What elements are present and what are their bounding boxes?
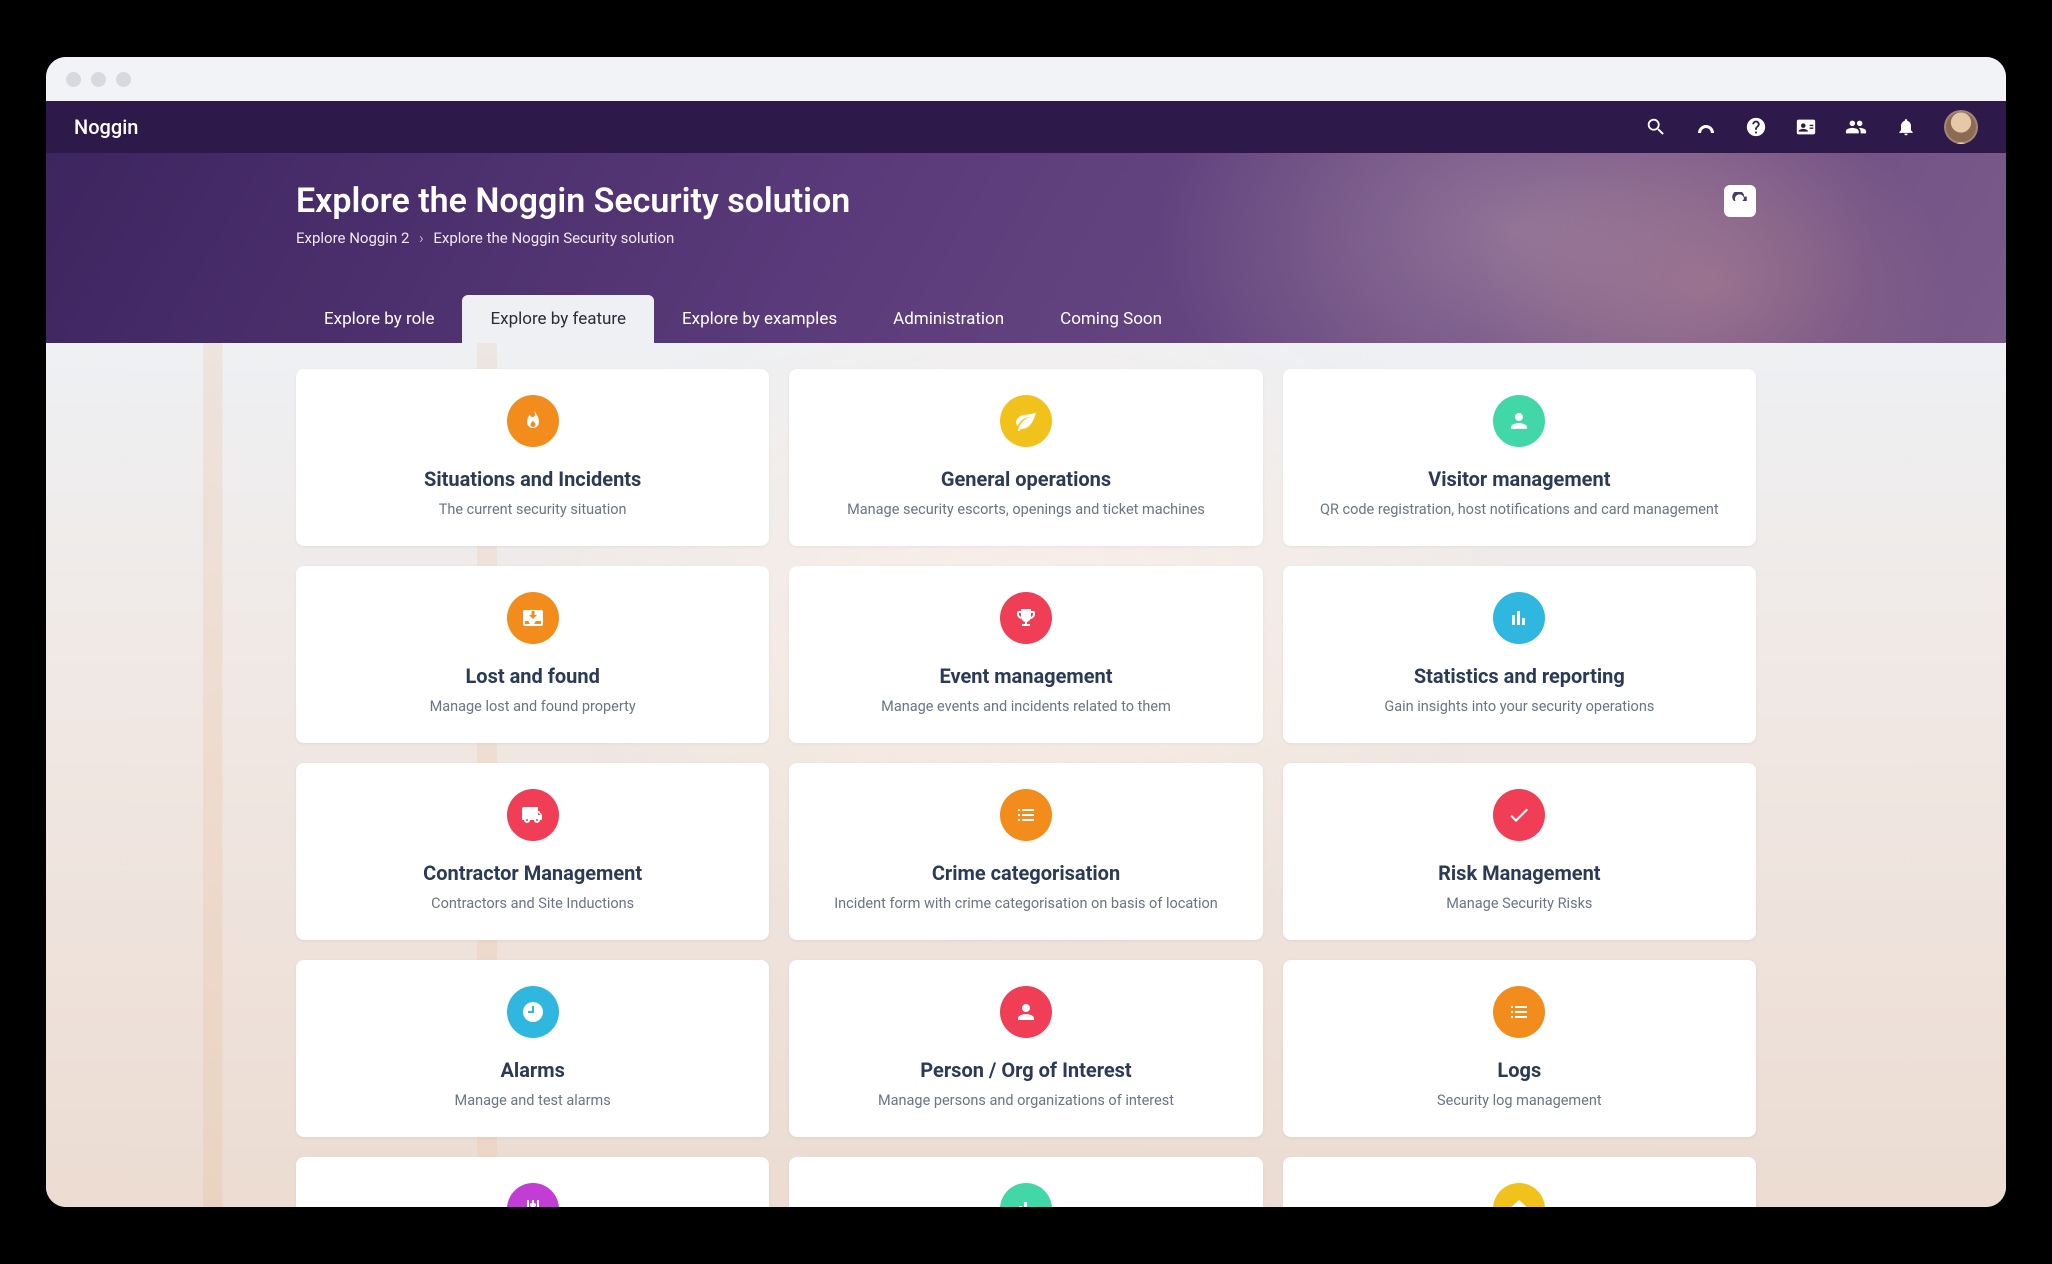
avatar[interactable] bbox=[1944, 110, 1978, 144]
feature-grid: Situations and Incidents The current secu… bbox=[276, 343, 1776, 1207]
card-person-org[interactable]: Person / Org of Interest Manage persons a… bbox=[789, 960, 1262, 1137]
card-title: Situations and Incidents bbox=[320, 467, 745, 491]
card-description: Incident form with crime categorisation … bbox=[813, 895, 1238, 912]
person-icon bbox=[1493, 395, 1545, 447]
inbox-down-icon bbox=[507, 592, 559, 644]
card-general-ops[interactable]: General operations Manage security escort… bbox=[789, 369, 1262, 546]
breadcrumb-separator: › bbox=[419, 229, 424, 247]
list-icon bbox=[1000, 789, 1052, 841]
topbar: Noggin bbox=[46, 101, 2006, 153]
tab-administration[interactable]: Administration bbox=[865, 295, 1032, 343]
bar-chart-icon bbox=[1493, 592, 1545, 644]
card-title: Alarms bbox=[320, 1058, 745, 1082]
list-icon bbox=[1493, 986, 1545, 1038]
card-description: Manage persons and organizations of inte… bbox=[813, 1092, 1238, 1109]
card-partial-2[interactable] bbox=[789, 1157, 1262, 1207]
tabs: Explore by roleExplore by featureExplore… bbox=[296, 295, 1756, 343]
tab-explore-by-role[interactable]: Explore by role bbox=[296, 295, 462, 343]
bell-icon[interactable] bbox=[1894, 115, 1918, 139]
card-crime[interactable]: Crime categorisation Incident form with c… bbox=[789, 763, 1262, 940]
card-title: Contractor Management bbox=[320, 861, 745, 885]
traffic-maximize[interactable] bbox=[116, 72, 131, 87]
noggin-arc-icon[interactable] bbox=[1694, 115, 1718, 139]
card-title: Risk Management bbox=[1307, 861, 1732, 885]
tab-explore-by-feature[interactable]: Explore by feature bbox=[462, 295, 654, 343]
bar-chart-icon bbox=[1000, 1183, 1052, 1207]
card-logs[interactable]: Logs Security log management bbox=[1283, 960, 1756, 1137]
card-description: Contractors and Site Inductions bbox=[320, 895, 745, 912]
card-title: Lost and found bbox=[320, 664, 745, 688]
card-title: Logs bbox=[1307, 1058, 1732, 1082]
card-lost-found[interactable]: Lost and found Manage lost and found prop… bbox=[296, 566, 769, 743]
card-description: Security log management bbox=[1307, 1092, 1732, 1109]
brand[interactable]: Noggin bbox=[74, 115, 138, 139]
page-title: Explore the Noggin Security solution bbox=[296, 181, 1756, 221]
card-description: The current security situation bbox=[320, 501, 745, 518]
truck-icon bbox=[507, 789, 559, 841]
card-title: Crime categorisation bbox=[813, 861, 1238, 885]
content: Situations and Incidents The current secu… bbox=[46, 343, 2006, 1207]
card-partial-3[interactable] bbox=[1283, 1157, 1756, 1207]
home-icon bbox=[1493, 1183, 1545, 1207]
breadcrumb-root[interactable]: Explore Noggin 2 bbox=[296, 229, 409, 247]
card-contractor[interactable]: Contractor Management Contractors and Sit… bbox=[296, 763, 769, 940]
card-description: QR code registration, host notifications… bbox=[1307, 501, 1732, 518]
traffic-close[interactable] bbox=[66, 72, 81, 87]
card-description: Manage security escorts, openings and ti… bbox=[813, 501, 1238, 518]
card-description: Manage Security Risks bbox=[1307, 895, 1732, 912]
window-chrome bbox=[46, 57, 2006, 101]
card-visitor[interactable]: Visitor management QR code registration, … bbox=[1283, 369, 1756, 546]
card-stats[interactable]: Statistics and reporting Gain insights in… bbox=[1283, 566, 1756, 743]
card-description: Gain insights into your security operati… bbox=[1307, 698, 1732, 715]
card-description: Manage and test alarms bbox=[320, 1092, 745, 1109]
card-situations[interactable]: Situations and Incidents The current secu… bbox=[296, 369, 769, 546]
card-title: Person / Org of Interest bbox=[813, 1058, 1238, 1082]
person-icon bbox=[1000, 986, 1052, 1038]
leaf-icon bbox=[1000, 395, 1052, 447]
app-root: Noggin bbox=[46, 101, 2006, 1207]
card-title: Visitor management bbox=[1307, 467, 1732, 491]
breadcrumb: Explore Noggin 2 › Explore the Noggin Se… bbox=[296, 229, 1756, 247]
breadcrumb-current: Explore the Noggin Security solution bbox=[433, 229, 674, 247]
tab-coming-soon[interactable]: Coming Soon bbox=[1032, 295, 1190, 343]
card-description: Manage events and incidents related to t… bbox=[813, 698, 1238, 715]
help-icon[interactable] bbox=[1744, 115, 1768, 139]
clock-icon bbox=[507, 986, 559, 1038]
fire-icon bbox=[507, 395, 559, 447]
sliders-icon bbox=[507, 1183, 559, 1207]
tab-explore-by-examples[interactable]: Explore by examples bbox=[654, 295, 865, 343]
topbar-icons bbox=[1644, 110, 1978, 144]
check-icon bbox=[1493, 789, 1545, 841]
card-title: Event management bbox=[813, 664, 1238, 688]
browser-window: Noggin bbox=[46, 57, 2006, 1207]
card-title: General operations bbox=[813, 467, 1238, 491]
refresh-button[interactable] bbox=[1724, 185, 1756, 217]
card-alarms[interactable]: Alarms Manage and test alarms bbox=[296, 960, 769, 1137]
card-description: Manage lost and found property bbox=[320, 698, 745, 715]
card-title: Statistics and reporting bbox=[1307, 664, 1732, 688]
people-icon[interactable] bbox=[1844, 115, 1868, 139]
hero: Explore the Noggin Security solution Exp… bbox=[46, 153, 2006, 343]
card-event-mgmt[interactable]: Event management Manage events and incide… bbox=[789, 566, 1262, 743]
search-icon[interactable] bbox=[1644, 115, 1668, 139]
trophy-icon bbox=[1000, 592, 1052, 644]
card-partial-1[interactable] bbox=[296, 1157, 769, 1207]
card-risk[interactable]: Risk Management Manage Security Risks bbox=[1283, 763, 1756, 940]
contact-card-icon[interactable] bbox=[1794, 115, 1818, 139]
traffic-minimize[interactable] bbox=[91, 72, 106, 87]
